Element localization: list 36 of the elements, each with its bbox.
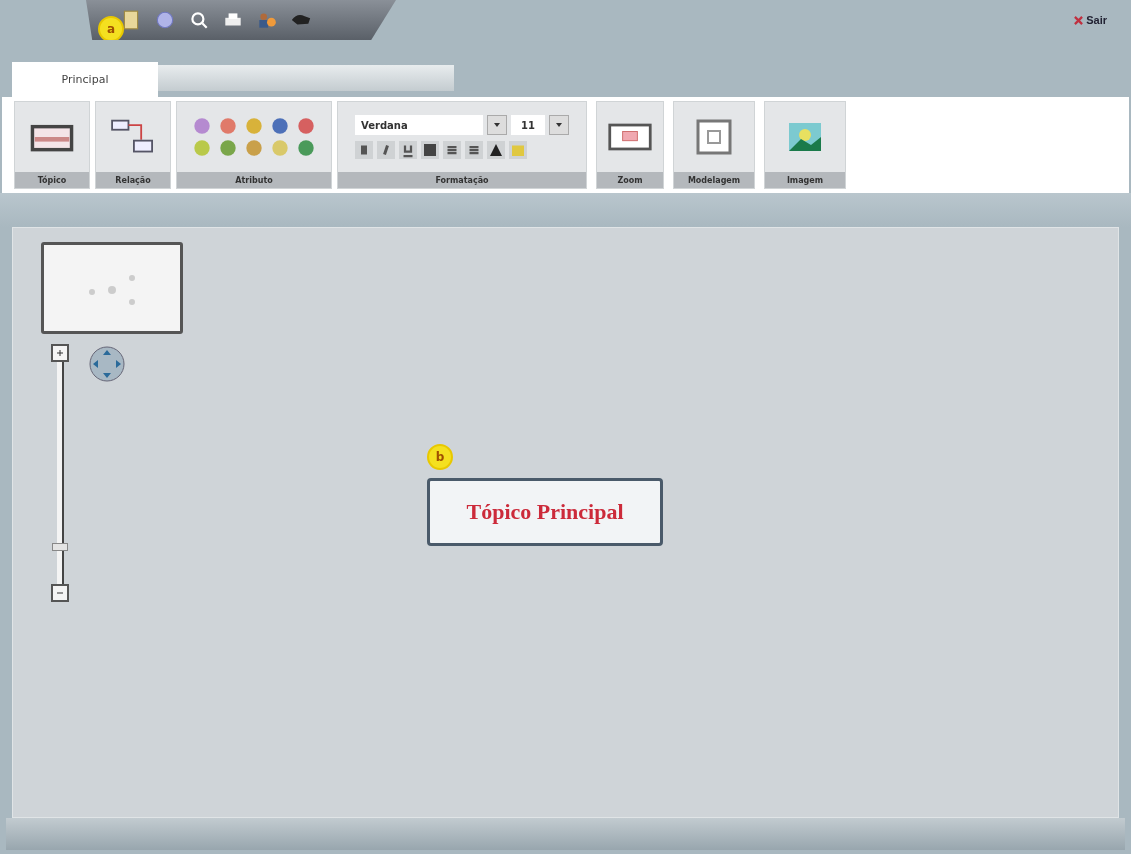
caret-icon xyxy=(493,121,501,129)
group-label: Formatação xyxy=(338,172,586,188)
overview-thumbnail[interactable] xyxy=(41,242,183,334)
central-topic[interactable]: Tópico Principal xyxy=(427,478,663,546)
exit-button[interactable]: Sair xyxy=(1072,12,1109,28)
attribute-icon[interactable] xyxy=(219,117,237,135)
close-icon xyxy=(1074,15,1084,25)
align-right-icon[interactable] xyxy=(465,141,483,159)
italic-icon[interactable] xyxy=(377,141,395,159)
dropdown-button[interactable] xyxy=(549,115,569,135)
attribute-icon[interactable] xyxy=(297,117,315,135)
attribute-icon[interactable] xyxy=(271,117,289,135)
search-icon[interactable] xyxy=(188,9,210,31)
group-label: Modelagem xyxy=(674,172,754,188)
group-label: Relação xyxy=(96,172,170,188)
group-label: Zoom xyxy=(597,172,663,188)
callout-badge: b xyxy=(427,444,453,470)
pan-control-icon[interactable] xyxy=(87,344,127,384)
zoom-out-button[interactable] xyxy=(51,584,69,602)
ribbon-tab[interactable]: Principal xyxy=(12,62,158,97)
group-label: Imagem xyxy=(765,172,845,188)
plus-icon xyxy=(56,349,64,357)
slider-thumb[interactable] xyxy=(52,542,68,551)
caret-icon xyxy=(555,121,563,129)
text-color-icon[interactable] xyxy=(487,141,505,159)
dropdown-button[interactable] xyxy=(487,115,507,135)
zoom-in-button[interactable] xyxy=(51,344,69,362)
minus-icon xyxy=(56,589,64,597)
underline-icon[interactable] xyxy=(399,141,417,159)
callout-badge: a xyxy=(98,16,124,42)
align-center-icon[interactable] xyxy=(443,141,461,159)
font-field[interactable]: Verdana xyxy=(355,115,483,135)
attribute-icon[interactable] xyxy=(297,139,315,157)
group-label: Atributo xyxy=(177,172,331,188)
size-field[interactable]: 11 xyxy=(511,115,545,135)
group-label: Tópico xyxy=(15,172,89,188)
